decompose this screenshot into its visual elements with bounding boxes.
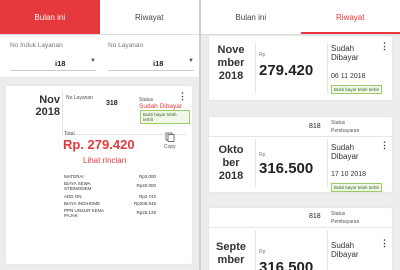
more-vert-icon[interactable]: ⋮ — [380, 42, 389, 51]
chevron-down-icon: ▼ — [188, 58, 194, 64]
month-year: 2018 — [35, 106, 60, 118]
dropdown-value: i18 — [55, 59, 66, 68]
month-name: Nov — [39, 94, 60, 106]
status-label: Status — [331, 211, 346, 217]
detail-row-value: Rp2.742 — [138, 194, 156, 199]
currency-label: Rp — [259, 249, 266, 255]
copy-label: Copy — [164, 144, 176, 150]
detail-row-value: Rp3.000 — [138, 174, 156, 179]
detail-link[interactable]: Lihat rincian — [83, 156, 126, 165]
month-part: ber — [222, 157, 240, 169]
month-part: mber — [217, 57, 245, 69]
tab-label: Riwayat — [336, 12, 365, 22]
divider — [209, 227, 392, 228]
status-value: Sudah Dibayar — [139, 103, 182, 110]
history-card[interactable]: 818 Status Pembayaran Septe mber Rp 316.… — [209, 208, 392, 270]
history-status: Sudah Dibayar — [331, 241, 359, 259]
divider — [255, 42, 256, 94]
layanan-dropdown[interactable]: No Layanan i18 ▼ — [108, 39, 194, 71]
history-date: 17 10 2018 — [331, 171, 367, 178]
paid-tag: Bukti bayar telah terbit — [331, 85, 382, 94]
dropdown-label: No Layanan — [108, 42, 144, 49]
history-amount: 316.500 — [259, 259, 314, 270]
month-part: mber — [217, 254, 245, 266]
tab-label: Bulan ini — [34, 12, 66, 22]
right-screen: Bulan ini Riwayat Nove mber 2018 Rp 279.… — [201, 0, 400, 270]
chevron-down-icon: ▼ — [90, 58, 96, 64]
service-label: No Layanan — [66, 95, 93, 101]
status-part: Dibayar — [331, 250, 359, 259]
history-amount: 279.420 — [259, 62, 314, 79]
tab-label: Bulan ini — [235, 12, 267, 22]
history-status: Sudah Dibayar — [331, 143, 359, 161]
detail-row-label: BIAYA SEWA STB/MODEM — [64, 181, 92, 191]
month-year: 2018 — [218, 170, 244, 182]
month-part: Septe — [216, 241, 246, 253]
history-month: Septe mber — [213, 241, 249, 267]
status-part: Sudah — [331, 241, 355, 250]
active-tab-indicator — [300, 32, 400, 34]
copy-icon — [165, 132, 175, 142]
status-part: Dibayar — [331, 152, 359, 161]
status-sub: Pembayaran — [331, 219, 360, 225]
tab-bar: Bulan ini Riwayat — [201, 0, 400, 35]
status-part: Dibayar — [331, 53, 359, 62]
tab-label: Riwayat — [135, 12, 164, 22]
dropdown-label: No Induk Layanan — [10, 42, 63, 49]
history-card[interactable]: Nove mber 2018 Rp 279.420 Sudah Dibayar … — [209, 36, 392, 100]
detail-row-value: Rp25.129 — [136, 210, 156, 215]
paid-tag: Bukti bayar telah terbit — [140, 110, 190, 124]
history-date: 06 11 2018 — [331, 73, 366, 80]
divider — [62, 90, 63, 134]
divider — [327, 42, 328, 94]
tab-bulan-ini[interactable]: Bulan ini — [201, 0, 301, 34]
underline — [108, 70, 194, 71]
dropdown-value: i18 — [153, 59, 164, 68]
detail-row-label: MATERAI — [64, 174, 84, 179]
more-vert-icon[interactable]: ⋮ — [380, 239, 389, 248]
tab-bulan-ini[interactable]: Bulan ini — [0, 0, 100, 34]
detail-row-label: BIAYA INDIHOME — [64, 201, 101, 206]
divider — [209, 136, 392, 137]
month-part: Nove — [217, 44, 245, 56]
status-part: Sudah — [331, 143, 355, 152]
left-screen: Bulan ini Riwayat No Induk Layanan i18 ▼… — [0, 0, 199, 270]
history-month: Okto ber 2018 — [213, 144, 249, 183]
copy-button[interactable]: Copy — [162, 132, 178, 154]
currency-label: Rp — [259, 52, 266, 58]
service-value: 318 — [106, 100, 118, 107]
history-card[interactable]: 818 Status Pembayaran Okto ber 2018 Rp 3… — [209, 117, 392, 192]
history-amount: 316.500 — [259, 160, 314, 177]
divider — [255, 139, 256, 187]
month-year: 2018 — [218, 70, 244, 82]
detail-row-label: ADD ON — [64, 194, 82, 199]
tab-bar: Bulan ini Riwayat — [0, 0, 199, 35]
tab-riwayat[interactable]: Riwayat — [100, 0, 200, 34]
induk-layanan-dropdown[interactable]: No Induk Layanan i18 ▼ — [10, 39, 96, 71]
status-label: Status — [331, 120, 346, 126]
history-month: Nove mber 2018 — [213, 44, 249, 83]
underline — [10, 70, 96, 71]
detail-row-label: PPN UNSUR KENA PAJAK — [64, 208, 104, 218]
detail-row-value: Rp40.000 — [136, 183, 156, 188]
divider — [327, 139, 328, 187]
tab-riwayat[interactable]: Riwayat — [300, 0, 400, 34]
total-amount: Rp. 279.420 — [63, 137, 135, 152]
status-part: Sudah — [331, 44, 355, 53]
paid-tag: Bukti bayar telah terbit — [331, 183, 382, 192]
history-status: Sudah Dibayar — [331, 44, 359, 62]
currency-label: Rp — [259, 152, 266, 158]
detail-row-value: Rp208.549 — [133, 201, 156, 206]
more-vert-icon[interactable]: ⋮ — [380, 141, 389, 150]
bill-card: Nov 2018 No Layanan 318 Status Sudah Dib… — [6, 86, 192, 264]
status-sub: Pembayaran — [331, 128, 360, 134]
divider — [327, 230, 328, 270]
filter-bar: No Induk Layanan i18 ▼ No Layanan i18 ▼ — [0, 35, 199, 77]
service-value: 818 — [309, 213, 321, 220]
month-part: Okto — [218, 144, 244, 156]
service-value: 818 — [309, 123, 321, 130]
more-vert-icon[interactable]: ⋮ — [178, 92, 187, 101]
divider — [255, 230, 256, 270]
bill-month: Nov 2018 — [26, 94, 60, 118]
